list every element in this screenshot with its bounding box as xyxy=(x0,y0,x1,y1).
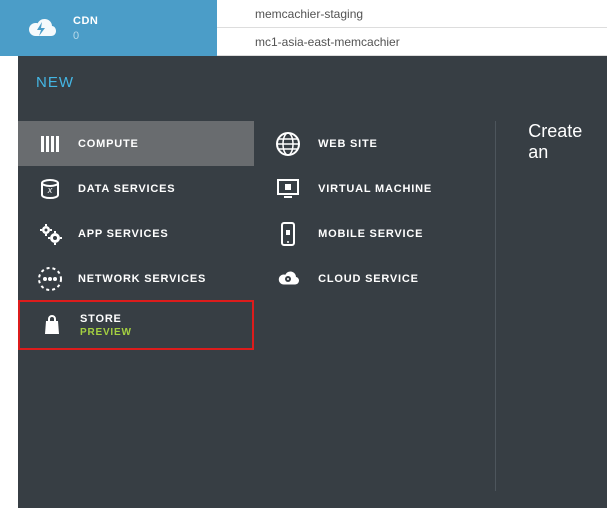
service-column: WEB SITE VIRTUAL MACHINE MOBILE SERVICE … xyxy=(254,121,496,491)
new-panel: NEW COMPUTE x DATA SERVICES xyxy=(18,56,607,508)
svg-text:x: x xyxy=(47,185,53,195)
category-sublabel: PREVIEW xyxy=(80,327,132,338)
service-cloud-service[interactable]: CLOUD SERVICE xyxy=(254,256,495,301)
database-icon: x xyxy=(36,175,64,203)
top-items: memcachier-staging mc1-asia-east-memcach… xyxy=(217,0,607,56)
mobile-icon xyxy=(274,220,302,248)
new-heading: NEW xyxy=(18,56,607,91)
compute-icon xyxy=(36,130,64,158)
service-label: MOBILE SERVICE xyxy=(318,228,423,240)
service-label: WEB SITE xyxy=(318,138,378,150)
service-web-site[interactable]: WEB SITE xyxy=(254,121,495,166)
cloud-gear-icon xyxy=(274,265,302,293)
detail-heading: Create an xyxy=(528,121,607,163)
category-store[interactable]: STORE PREVIEW xyxy=(18,300,254,350)
service-mobile-service[interactable]: MOBILE SERVICE xyxy=(254,211,495,256)
cdn-text: CDN 0 xyxy=(73,15,98,42)
cdn-tile[interactable]: CDN 0 xyxy=(0,0,217,56)
service-label: VIRTUAL MACHINE xyxy=(318,183,432,195)
service-label: CLOUD SERVICE xyxy=(318,273,419,285)
category-label: COMPUTE xyxy=(78,138,139,150)
globe-icon xyxy=(274,130,302,158)
gears-icon xyxy=(36,220,64,248)
cdn-count: 0 xyxy=(73,30,98,42)
service-virtual-machine[interactable]: VIRTUAL MACHINE xyxy=(254,166,495,211)
monitor-icon xyxy=(274,175,302,203)
category-network-services[interactable]: NETWORK SERVICES xyxy=(18,256,254,301)
list-item[interactable]: mc1-asia-east-memcachier xyxy=(217,28,607,56)
columns: COMPUTE x DATA SERVICES APP SERVICES xyxy=(18,121,607,491)
category-label: APP SERVICES xyxy=(78,228,169,240)
top-strip: CDN 0 memcachier-staging mc1-asia-east-m… xyxy=(0,0,607,56)
category-compute[interactable]: COMPUTE xyxy=(18,121,254,166)
category-app-services[interactable]: APP SERVICES xyxy=(18,211,254,256)
list-item[interactable]: memcachier-staging xyxy=(217,0,607,28)
shopping-bag-icon xyxy=(38,311,66,339)
cloud-bolt-icon xyxy=(25,15,59,41)
network-icon xyxy=(36,265,64,293)
category-label: DATA SERVICES xyxy=(78,183,175,195)
category-label: NETWORK SERVICES xyxy=(78,273,206,285)
category-data-services[interactable]: x DATA SERVICES xyxy=(18,166,254,211)
category-label: STORE xyxy=(80,313,132,325)
cdn-label: CDN xyxy=(73,15,98,27)
category-column: COMPUTE x DATA SERVICES APP SERVICES xyxy=(18,121,254,491)
detail-column: Create an xyxy=(496,121,607,491)
